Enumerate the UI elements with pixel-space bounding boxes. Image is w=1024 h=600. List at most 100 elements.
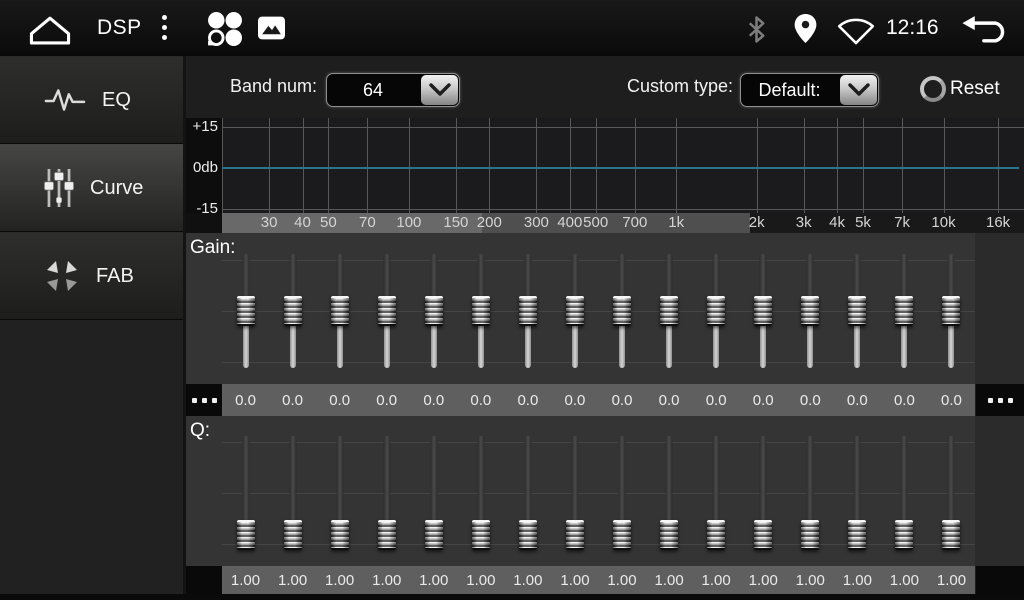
q-slider-thumb[interactable] [519,520,537,550]
gain-fader[interactable] [330,254,350,368]
overflow-menu-button[interactable] [162,15,167,40]
gain-fader[interactable] [471,254,491,368]
gain-fader[interactable] [847,254,867,368]
q-fader[interactable] [330,436,350,550]
gain-slider[interactable] [410,254,457,368]
gain-slider-thumb[interactable] [613,296,631,326]
band-num-dropdown[interactable]: 64 [326,73,460,107]
q-fader[interactable] [424,436,444,550]
q-slider[interactable] [693,436,740,550]
gain-fader[interactable] [283,254,303,368]
gain-slider[interactable] [363,254,410,368]
gain-fader[interactable] [565,254,585,368]
gain-slider[interactable] [928,254,975,368]
q-slider-thumb[interactable] [331,520,349,550]
q-fader[interactable] [283,436,303,550]
gain-slider[interactable] [881,254,928,368]
gain-slider-thumb[interactable] [519,296,537,326]
q-fader[interactable] [659,436,679,550]
q-slider-thumb[interactable] [801,520,819,550]
q-fader[interactable] [565,436,585,550]
gain-fader[interactable] [236,254,256,368]
q-slider[interactable] [646,436,693,550]
sidebar-item-curve[interactable]: Curve [0,144,183,232]
gain-slider[interactable] [551,254,598,368]
q-slider-thumb[interactable] [613,520,631,550]
q-slider[interactable] [881,436,928,550]
gallery-button[interactable] [258,16,285,45]
q-slider-thumb[interactable] [895,520,913,550]
q-slider[interactable] [928,436,975,550]
gain-slider[interactable] [316,254,363,368]
q-slider-thumb[interactable] [472,520,490,550]
q-slider-thumb[interactable] [660,520,678,550]
gain-fader[interactable] [377,254,397,368]
q-slider[interactable] [551,436,598,550]
gain-slider-thumb[interactable] [331,296,349,326]
q-slider-thumb[interactable] [237,520,255,550]
gain-fader[interactable] [612,254,632,368]
q-more-right-button[interactable] [976,566,1024,594]
gain-slider-thumb[interactable] [942,296,960,326]
q-fader[interactable] [800,436,820,550]
gain-slider-thumb[interactable] [707,296,725,326]
gain-slider[interactable] [269,254,316,368]
gain-slider[interactable] [504,254,551,368]
q-fader[interactable] [236,436,256,550]
q-fader[interactable] [518,436,538,550]
home-button[interactable] [26,12,74,50]
q-slider[interactable] [457,436,504,550]
gain-fader[interactable] [894,254,914,368]
gain-slider[interactable] [457,254,504,368]
q-fader[interactable] [894,436,914,550]
q-fader[interactable] [847,436,867,550]
band-num-dropdown-button[interactable] [421,75,458,105]
gain-slider-thumb[interactable] [284,296,302,326]
custom-type-dropdown-button[interactable] [840,75,877,105]
gain-slider[interactable] [834,254,881,368]
q-fader[interactable] [753,436,773,550]
q-slider[interactable] [269,436,316,550]
gain-fader[interactable] [706,254,726,368]
q-slider-thumb[interactable] [707,520,725,550]
gain-fader[interactable] [424,254,444,368]
q-slider[interactable] [787,436,834,550]
custom-type-dropdown[interactable]: Default: [740,73,879,107]
gain-slider[interactable] [787,254,834,368]
gain-more-left-button[interactable] [186,384,222,416]
sidebar-item-eq[interactable]: EQ [0,56,183,144]
reset-radio[interactable] [920,76,946,102]
gain-fader[interactable] [753,254,773,368]
sidebar-item-fab[interactable]: FAB [0,232,183,320]
q-slider-thumb[interactable] [848,520,866,550]
apps-button[interactable] [206,10,243,52]
q-slider[interactable] [316,436,363,550]
gain-fader[interactable] [941,254,961,368]
q-slider-thumb[interactable] [425,520,443,550]
gain-slider-thumb[interactable] [848,296,866,326]
gain-slider-thumb[interactable] [754,296,772,326]
q-fader[interactable] [941,436,961,550]
gain-slider-thumb[interactable] [472,296,490,326]
gain-slider-thumb[interactable] [895,296,913,326]
q-slider-thumb[interactable] [942,520,960,550]
gain-fader[interactable] [659,254,679,368]
q-slider-thumb[interactable] [566,520,584,550]
q-slider[interactable] [363,436,410,550]
gain-fader[interactable] [518,254,538,368]
gain-slider[interactable] [222,254,269,368]
q-fader[interactable] [612,436,632,550]
q-slider[interactable] [740,436,787,550]
q-slider[interactable] [599,436,646,550]
gain-slider-thumb[interactable] [566,296,584,326]
q-fader[interactable] [706,436,726,550]
back-button[interactable] [960,14,1012,49]
q-slider[interactable] [222,436,269,550]
gain-fader[interactable] [800,254,820,368]
gain-slider-thumb[interactable] [801,296,819,326]
q-slider[interactable] [504,436,551,550]
gain-slider[interactable] [646,254,693,368]
q-slider-thumb[interactable] [378,520,396,550]
q-fader[interactable] [377,436,397,550]
gain-slider-thumb[interactable] [660,296,678,326]
